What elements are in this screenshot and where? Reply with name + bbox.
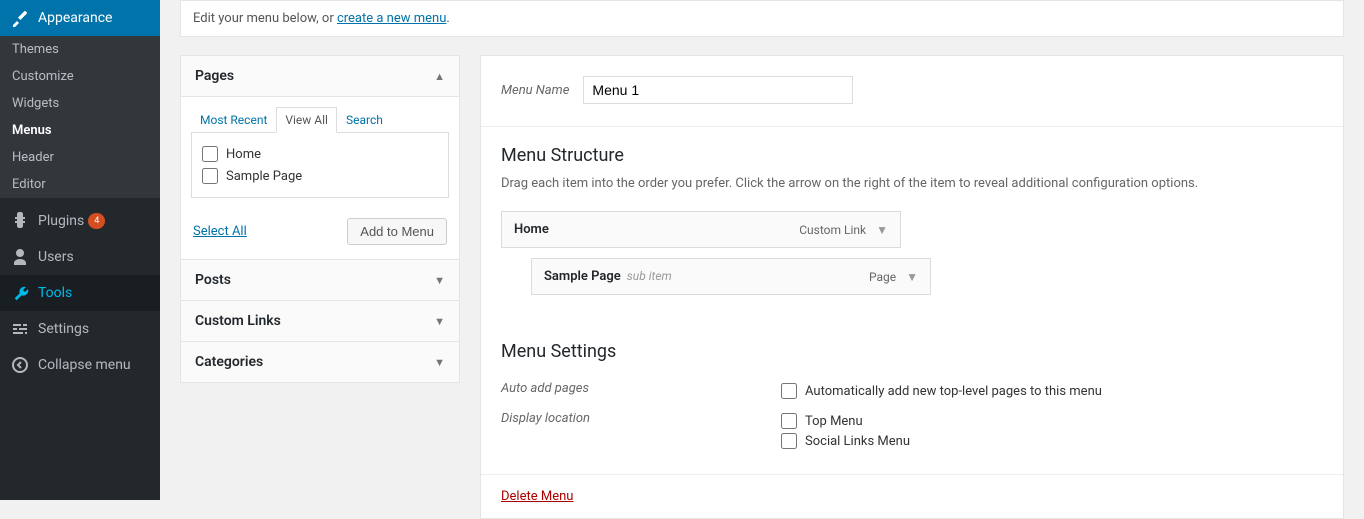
menu-name-input[interactable] [583, 76, 853, 104]
user-icon [10, 247, 30, 267]
tab-search[interactable]: Search [337, 107, 392, 133]
location-social-checkbox[interactable] [781, 433, 797, 449]
sidebar-item-label: Users [38, 249, 74, 265]
sidebar-item-collapse[interactable]: Collapse menu [0, 347, 160, 383]
sidebar-item-tools[interactable]: Tools [0, 275, 160, 311]
wrench-icon [10, 283, 30, 303]
menu-item-type: Page [869, 270, 896, 284]
appearance-submenu: Themes Customize Widgets Menus Header Ed… [0, 36, 160, 198]
accordion-title: Categories [195, 354, 263, 370]
sidebar-item-settings[interactable]: Settings [0, 311, 160, 347]
menu-item-title: Home [514, 222, 549, 237]
tab-most-recent[interactable]: Most Recent [191, 107, 276, 133]
sidebar-item-plugins[interactable]: Plugins 4 [0, 203, 160, 239]
accordion-title: Pages [195, 68, 234, 84]
menu-item-sample-page[interactable]: Sample Page sub item Page ▼ [531, 258, 931, 295]
chevron-down-icon: ▼ [434, 274, 445, 287]
page-home-label: Home [226, 147, 261, 162]
add-items-accordion: Pages ▲ Most Recent View All Search Home [180, 55, 460, 383]
submenu-customize[interactable]: Customize [0, 63, 160, 90]
submenu-editor[interactable]: Editor [0, 171, 160, 198]
collapse-icon [10, 355, 30, 375]
accordion-customlinks-header[interactable]: Custom Links ▼ [181, 301, 459, 342]
menu-item-home[interactable]: Home Custom Link ▼ [501, 211, 901, 248]
accordion-pages-body: Most Recent View All Search Home Sample … [181, 97, 459, 260]
location-top-label: Top Menu [805, 414, 863, 429]
chevron-down-icon[interactable]: ▼ [906, 270, 918, 284]
menu-structure-heading: Menu Structure [501, 145, 1323, 166]
notice-text: Edit your menu below, or [193, 11, 337, 26]
sidebar-item-label: Plugins [38, 213, 84, 229]
accordion-posts-header[interactable]: Posts ▼ [181, 260, 459, 301]
submenu-themes[interactable]: Themes [0, 36, 160, 63]
accordion-title: Posts [195, 272, 231, 288]
accordion-pages-header[interactable]: Pages ▲ [181, 56, 459, 97]
plugins-update-badge: 4 [88, 213, 105, 229]
chevron-down-icon: ▼ [434, 356, 445, 369]
notice-suffix: . [446, 11, 449, 26]
pages-checklist: Home Sample Page [191, 132, 449, 198]
submenu-widgets[interactable]: Widgets [0, 90, 160, 117]
create-new-menu-link[interactable]: create a new menu [337, 11, 446, 26]
delete-menu-link[interactable]: Delete Menu [501, 489, 573, 504]
menu-name-label: Menu Name [501, 83, 569, 98]
edit-menu-notice: Edit your menu below, or create a new me… [180, 0, 1344, 37]
sliders-icon [10, 319, 30, 339]
submenu-header[interactable]: Header [0, 144, 160, 171]
page-sample-checkbox[interactable] [202, 168, 218, 184]
sidebar-item-appearance[interactable]: Appearance [0, 0, 160, 36]
main-content: Edit your menu below, or create a new me… [160, 0, 1364, 500]
accordion-categories-header[interactable]: Categories ▼ [181, 342, 459, 382]
location-top-checkbox[interactable] [781, 413, 797, 429]
auto-add-pages-checkbox[interactable] [781, 383, 797, 399]
page-sample-label: Sample Page [226, 169, 302, 184]
menu-item-type: Custom Link [799, 223, 866, 237]
sidebar-item-label: Appearance [38, 10, 112, 26]
pages-tabs: Most Recent View All Search [181, 97, 459, 132]
accordion-title: Custom Links [195, 313, 281, 329]
auto-add-pages-label: Auto add pages [501, 381, 781, 401]
display-location-label: Display location [501, 411, 781, 451]
menu-item-subinfo: sub item [627, 269, 672, 283]
location-social-label: Social Links Menu [805, 434, 910, 449]
menu-editor-panel: Menu Name Menu Structure Drag each item … [480, 55, 1344, 519]
menu-settings-heading: Menu Settings [501, 341, 1323, 362]
menu-structure-help: Drag each item into the order you prefer… [501, 176, 1323, 191]
chevron-down-icon: ▼ [434, 315, 445, 328]
auto-add-pages-option: Automatically add new top-level pages to… [805, 384, 1102, 399]
chevron-down-icon[interactable]: ▼ [876, 223, 888, 237]
page-home-checkbox[interactable] [202, 146, 218, 162]
sidebar-item-label: Settings [38, 321, 89, 337]
sidebar-item-label: Collapse menu [38, 357, 131, 373]
menu-item-title: Sample Page [544, 269, 621, 284]
tab-view-all[interactable]: View All [276, 107, 337, 133]
select-all-link[interactable]: Select All [193, 224, 247, 239]
submenu-menus[interactable]: Menus [0, 117, 160, 144]
sidebar-item-users[interactable]: Users [0, 239, 160, 275]
add-to-menu-button[interactable]: Add to Menu [347, 218, 447, 245]
plug-icon [10, 211, 30, 231]
admin-sidebar: Appearance Themes Customize Widgets Menu… [0, 0, 160, 500]
paintbrush-icon [10, 8, 30, 28]
chevron-up-icon: ▲ [434, 70, 445, 83]
sidebar-item-label: Tools [38, 285, 72, 301]
